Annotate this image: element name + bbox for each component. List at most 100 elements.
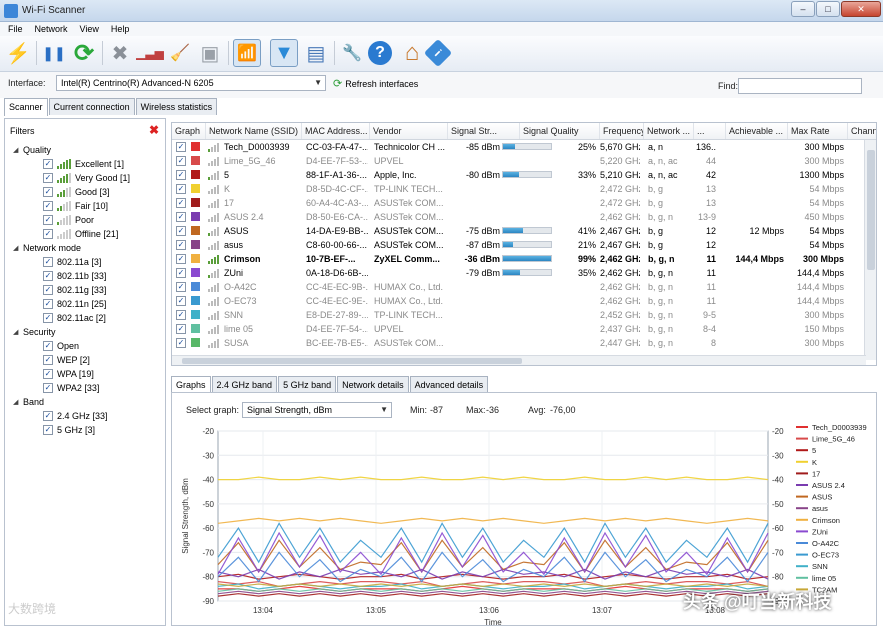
checkbox[interactable]: ✓ [43,425,53,435]
column-header[interactable]: Max Rate [788,123,848,139]
table-row[interactable]: ✓ SUSA BC-EE-7B-E5-... ASUSTek COM... 2,447 … [172,336,864,350]
tab-network-details[interactable]: Network details [337,376,409,393]
menu-help[interactable]: Help [111,22,130,36]
menu-network[interactable]: Network [35,22,68,36]
row-graph-checkbox[interactable]: ✓ [176,170,186,180]
filter-item[interactable]: ✓ 5 GHz [3] [43,424,95,436]
tab-scanner[interactable]: Scanner [4,98,48,116]
row-graph-checkbox[interactable]: ✓ [176,156,186,166]
table-row[interactable]: ✓ SNN E8-DE-27-89-... TP-LINK TECH... 2,452 … [172,308,864,322]
row-graph-checkbox[interactable]: ✓ [176,268,186,278]
signal-bars-icon[interactable]: ▁▃▅ [136,39,164,67]
checkbox[interactable]: ✓ [43,215,53,225]
panel-icon[interactable]: ▤ [302,39,330,67]
filter-item[interactable]: ✓ Open [43,340,79,352]
row-graph-checkbox[interactable]: ✓ [176,184,186,194]
checkbox[interactable]: ✓ [43,285,53,295]
filter-item[interactable]: ✓ Good [3] [43,186,110,198]
interface-select[interactable]: Intel(R) Centrino(R) Advanced-N 6205 ▼ [56,75,326,91]
vertical-scrollbar[interactable] [864,140,876,360]
filter-icon[interactable]: ▼ [270,39,298,67]
table-row[interactable]: ✓ 17 60-A4-4C-A3-... ASUSTek COM... 2,472 GH… [172,196,864,210]
close-button[interactable]: ✕ [841,1,881,17]
filter-item[interactable]: ✓ WEP [2] [43,354,90,366]
info-icon[interactable]: i [423,38,453,68]
signal-record-icon[interactable]: 📶 [233,39,261,67]
column-header[interactable]: Signal Quality [520,123,600,139]
filter-item[interactable]: ✓ 802.11a [3] [43,256,101,268]
delete-icon[interactable]: ✖ [106,39,134,67]
home-icon[interactable]: ⌂ [398,39,426,67]
tab-advanced-details[interactable]: Advanced details [409,376,489,393]
table-row[interactable]: ✓ ZUni 0A-18-D6-6B-... -79 dBm 35% 2,462 GHz b… [172,266,864,280]
tab-5ghz-band[interactable]: 5 GHz band [278,376,337,393]
refresh-icon[interactable]: ⟳ [70,39,98,67]
checkbox[interactable]: ✓ [43,173,53,183]
row-graph-checkbox[interactable]: ✓ [176,240,186,250]
filter-group-security[interactable]: ◢ Security [13,326,56,338]
checkbox[interactable]: ✓ [43,229,53,239]
table-row[interactable]: ✓ O-A42C CC-4E-EC-9B-... HUMAX Co., Ltd. 2,4… [172,280,864,294]
column-header[interactable]: Network ... [644,123,694,139]
filter-item[interactable]: ✓ Excellent [1] [43,158,124,170]
filter-item[interactable]: ✓ 802.11ac [2] [43,312,106,324]
row-graph-checkbox[interactable]: ✓ [176,254,186,264]
menu-view[interactable]: View [80,22,99,36]
tab-wireless-statistics[interactable]: Wireless statistics [135,98,218,115]
filter-item[interactable]: ✓ WPA2 [33] [43,382,99,394]
tab-2-4ghz-band[interactable]: 2.4 GHz band [211,376,278,393]
filter-item[interactable]: ✓ 802.11n [25] [43,298,106,310]
filter-item[interactable]: ✓ 802.11g [33] [43,284,106,296]
column-header[interactable]: Achievable ... [726,123,788,139]
table-row[interactable]: ✓ 5 88-1F-A1-36-... Apple, Inc. -80 dBm 33% 5,… [172,168,864,182]
row-graph-checkbox[interactable]: ✓ [176,198,186,208]
table-row[interactable]: ✓ K D8-5D-4C-CF-... TP-LINK TECH... 2,472 GH… [172,182,864,196]
pause-icon[interactable]: ❚❚ [40,39,68,67]
checkbox[interactable]: ✓ [43,383,53,393]
checkbox[interactable]: ✓ [43,411,53,421]
filter-item[interactable]: ✓ Poor [43,214,94,226]
table-row[interactable]: ✓ Lime_5G_46 D4-EE-7F-53-... UPVEL 5,220 GHz… [172,154,864,168]
menu-file[interactable]: File [8,22,23,36]
column-header[interactable]: Signal Str... [448,123,520,139]
minimize-button[interactable]: – [791,1,815,17]
refresh-interfaces-button[interactable]: ⟳ Refresh interfaces [333,77,418,90]
filter-item[interactable]: ✓ WPA [19] [43,368,94,380]
column-header[interactable]: ... [694,123,726,139]
row-graph-checkbox[interactable]: ✓ [176,212,186,222]
checkbox[interactable]: ✓ [43,271,53,281]
broom-icon[interactable]: 🧹 [166,39,194,67]
tab-current-connection[interactable]: Current connection [48,98,135,115]
column-header[interactable]: Frequency [600,123,644,139]
table-row[interactable]: ✓ Crimson 10-7B-EF-... ZyXEL Comm... -36 dBm… [172,252,864,266]
checkbox[interactable]: ✓ [43,187,53,197]
checkbox[interactable]: ✓ [43,341,53,351]
table-row[interactable]: ✓ ASUS 2.4 D8-50-E6-CA-... ASUSTek COM... 2,… [172,210,864,224]
tools-icon[interactable]: 🔧 [338,39,366,67]
row-graph-checkbox[interactable]: ✓ [176,338,186,348]
row-graph-checkbox[interactable]: ✓ [176,282,186,292]
checkbox[interactable]: ✓ [43,355,53,365]
table-row[interactable]: ✓ asus C8-60-00-66-... ASUSTek COM... -87 dB… [172,238,864,252]
maximize-button[interactable]: □ [816,1,840,17]
column-header[interactable]: MAC Address... [302,123,370,139]
column-header[interactable]: Graph [172,123,206,139]
checkbox[interactable]: ✓ [43,369,53,379]
row-graph-checkbox[interactable]: ✓ [176,296,186,306]
filter-item[interactable]: ✓ Offline [21] [43,228,118,240]
clear-icon[interactable]: ▣ [196,39,224,67]
help-icon[interactable]: ? [368,41,392,65]
checkbox[interactable]: ✓ [43,201,53,211]
filter-item[interactable]: ✓ Very Good [1] [43,172,130,184]
row-graph-checkbox[interactable]: ✓ [176,142,186,152]
filter-group-band[interactable]: ◢ Band [13,396,44,408]
column-header[interactable]: Network Name (SSID) [206,123,302,139]
row-graph-checkbox[interactable]: ✓ [176,324,186,334]
column-header[interactable]: Vendor [370,123,448,139]
column-header[interactable]: Chann [848,123,876,139]
filter-item[interactable]: ✓ Fair [10] [43,200,108,212]
checkbox[interactable]: ✓ [43,159,53,169]
find-input[interactable] [738,78,862,94]
scrollbar-thumb[interactable] [182,358,522,364]
filter-group-quality[interactable]: ◢ Quality [13,144,51,156]
